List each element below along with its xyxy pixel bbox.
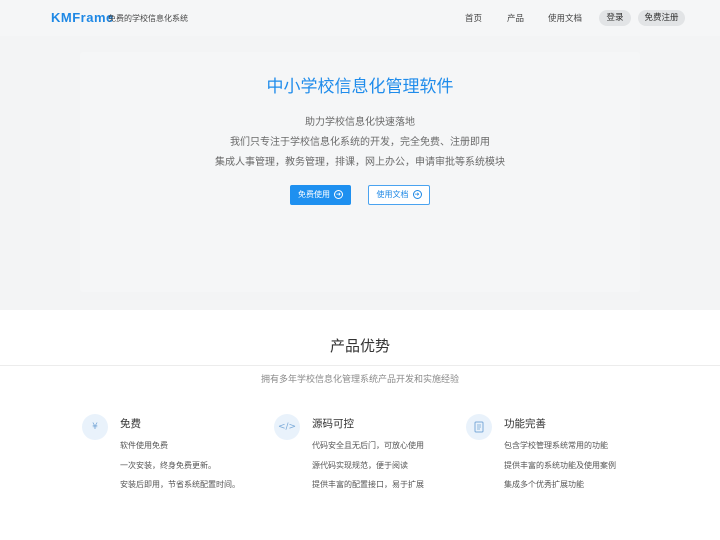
logo-tagline: 免费的学校信息化系统 (108, 14, 188, 23)
hero-line-2: 我们只专注于学校信息化系统的开发，完全免费、注册即用 (230, 137, 490, 148)
top-header: KMFrame 免费的学校信息化系统 首页 产品 使用文档 登录 免费注册 (0, 0, 720, 36)
login-button[interactable]: 登录 (599, 10, 631, 26)
section-divider (0, 365, 720, 366)
list-item: 提供丰富的配置接口，易于扩展 (312, 480, 424, 489)
code-icon: </> (274, 414, 300, 440)
list-item: 一次安装，终身免费更新。 (120, 461, 216, 470)
arrow-right-icon: ➜ (334, 190, 343, 199)
list-item: 集成多个优秀扩展功能 (504, 480, 584, 489)
hero-line-1: 助力学校信息化快速落地 (305, 117, 415, 128)
feature-title-complete: 功能完善 (504, 418, 546, 430)
nav-product[interactable]: 产品 (507, 12, 524, 24)
document-icon-svg (474, 421, 484, 433)
list-item: 包含学校管理系统常用的功能 (504, 441, 608, 450)
free-use-label: 免费使用 (298, 190, 330, 199)
list-item: 安装后即用，节省系统配置时间。 (120, 480, 240, 489)
list-item: 软件使用免费 (120, 441, 168, 450)
docs-button[interactable]: 使用文档 ➜ (368, 185, 430, 205)
hero-title: 中小学校信息化管理软件 (266, 77, 454, 97)
hero-line-3: 集成人事管理，教务管理，排课，网上办公，申请审批等系统模块 (215, 157, 505, 168)
list-item: 提供丰富的系统功能及使用案例 (504, 461, 616, 470)
feature-title-source: 源码可控 (312, 418, 354, 430)
nav-docs[interactable]: 使用文档 (548, 12, 582, 24)
list-item: 源代码实现规范，便于阅读 (312, 461, 408, 470)
list-item: 代码安全且无后门，可放心使用 (312, 441, 424, 450)
logo[interactable]: KMFrame (51, 10, 114, 25)
document-icon (466, 414, 492, 440)
yen-icon: ¥ (82, 414, 108, 440)
register-button[interactable]: 免费注册 (638, 10, 685, 26)
arrow-right-icon: ➜ (412, 190, 422, 199)
features-title: 产品优势 (329, 337, 390, 355)
free-use-button[interactable]: 免费使用 ➜ (290, 185, 351, 205)
features-subtitle: 拥有多年学校信息化管理系统产品开发和实施经验 (260, 375, 459, 385)
docs-label: 使用文档 (376, 190, 409, 199)
nav-home[interactable]: 首页 (465, 12, 482, 24)
feature-title-free: 免费 (120, 418, 141, 430)
